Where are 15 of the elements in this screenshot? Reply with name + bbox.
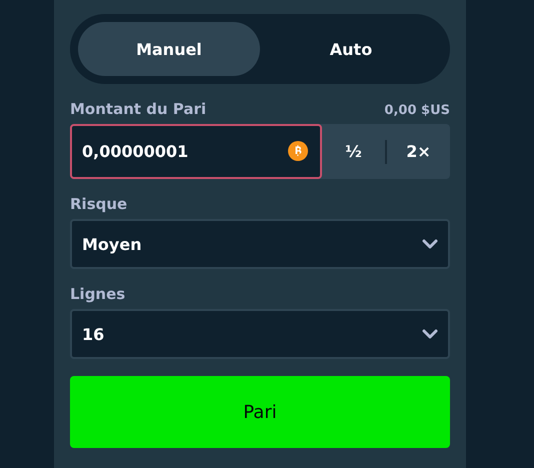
amount-action-button[interactable]: ½ [322,124,385,179]
bitcoin-icon [288,141,308,161]
amount-action-button[interactable]: 2× [387,124,450,179]
usd-value: 0,00 $US [384,103,450,118]
bet-button[interactable]: Pari [70,376,450,448]
bet-amount-field[interactable]: 0,00000001 [70,124,322,179]
mode-tab[interactable]: Auto [260,22,442,76]
rows-dropdown[interactable]: 16 [70,309,450,359]
field-label: Montant du Pari [70,100,206,118]
chevron-down-icon [422,329,438,339]
field-label: Risque [70,195,128,213]
mode-tab[interactable]: Manuel [78,22,260,76]
field-label: Lignes [70,285,126,303]
chevron-down-icon [422,239,438,249]
risk-dropdown[interactable]: Moyen [70,219,450,269]
